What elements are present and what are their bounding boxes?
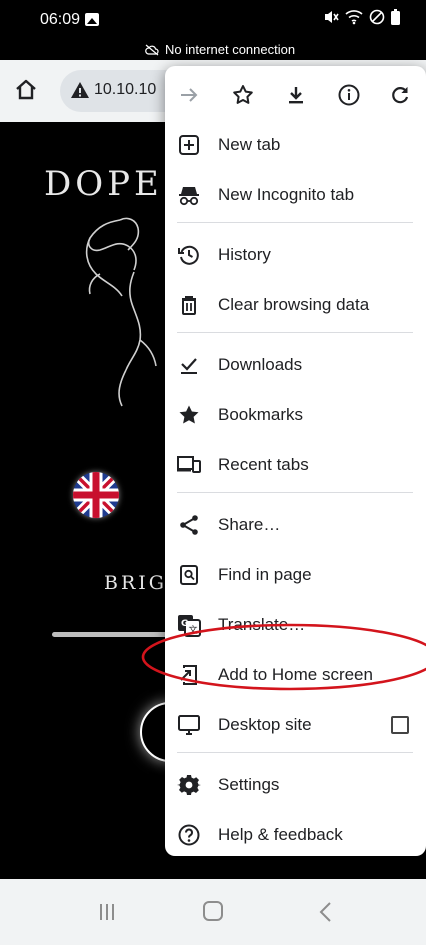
system-nav-bar [0,879,426,945]
menu-item-add-to-home-screen[interactable]: Add to Home screen [165,650,426,700]
svg-text:G: G [181,619,188,629]
add-to-home-icon [177,663,201,687]
menu-item-label: Help & feedback [218,825,343,844]
menu-item-label: Downloads [218,355,303,374]
back-icon[interactable] [318,901,332,923]
share-icon [177,513,201,537]
menu-item-downloads[interactable]: Downloads [165,340,426,390]
menu-item-label: Desktop site [218,715,312,734]
site-slider[interactable] [52,632,172,637]
page-info-button[interactable] [335,81,363,109]
help-icon [177,823,201,847]
menu-divider [177,492,413,493]
menu-item-help-feedback[interactable]: Help & feedback [165,810,426,856]
devices-icon [177,453,201,477]
recent-apps-icon[interactable] [98,903,116,921]
menu-item-new-incognito-tab[interactable]: New Incognito tab [165,170,426,220]
cloud-off-icon [145,44,159,55]
desktop-icon [177,713,201,737]
forward-button[interactable] [175,81,203,109]
info-icon[interactable] [337,83,361,107]
menu-item-label: Clear browsing data [218,295,370,314]
new-tab-icon [177,133,201,157]
battery-icon [391,9,400,25]
menu-item-label: Recent tabs [218,455,309,474]
language-flag-button[interactable] [73,472,119,518]
menu-divider [177,332,413,333]
incognito-icon [177,183,201,207]
menu-item-translate[interactable]: G文 Translate… [165,600,426,650]
refresh-icon[interactable] [389,84,411,106]
not-secure-warning-icon[interactable] [70,80,90,100]
menu-divider [177,222,413,223]
menu-item-desktop-site[interactable]: Desktop site [165,700,426,750]
menu-item-recent-tabs[interactable]: Recent tabs [165,440,426,490]
trash-icon [177,293,201,317]
menu-item-label: Add to Home screen [218,665,373,684]
home-button-icon[interactable] [203,901,223,921]
star-icon [177,403,201,427]
bookmark-star-icon[interactable] [231,83,255,107]
downloads-icon [177,353,201,377]
menu-item-label: Settings [218,775,280,794]
find-icon [177,563,201,587]
menu-item-label: Translate… [218,615,306,634]
translate-icon: G文 [177,613,201,637]
home-icon[interactable] [12,76,40,104]
menu-divider [177,752,413,753]
menu-item-label: New tab [218,135,281,154]
download-icon[interactable] [285,84,307,106]
gallery-notification-icon [85,13,99,26]
svg-text:文: 文 [189,624,198,636]
menu-item-label: New Incognito tab [218,185,355,204]
uk-flag-icon[interactable] [73,472,119,518]
forward-icon[interactable] [178,84,200,106]
do-not-disturb-icon [369,9,385,25]
menu-item-label: Share… [218,515,281,534]
menu-item-find-in-page[interactable]: Find in page [165,550,426,600]
no-internet-text: No internet connection [165,42,296,57]
menu-item-label: History [218,245,271,264]
reload-button[interactable] [386,81,414,109]
download-page-button[interactable] [282,81,310,109]
status-time: 06:09 [40,11,81,28]
no-internet-banner: No internet connection [145,42,295,57]
menu-item-clear-browsing-data[interactable]: Clear browsing data [165,280,426,330]
menu-item-new-tab[interactable]: New tab [165,120,426,170]
site-title: DOPE [44,164,163,204]
status-icons [323,9,400,25]
menu-item-settings[interactable]: Settings [165,760,426,810]
menu-item-label: Bookmarks [218,405,304,424]
site-subtitle: BRIG [104,572,167,594]
menu-item-history[interactable]: History [165,230,426,280]
site-logo-illustration [85,217,157,407]
desktop-site-checkbox[interactable] [391,716,409,734]
gear-icon [177,773,201,797]
menu-action-row [165,66,426,124]
url-text[interactable]: 10.10.10 [94,81,156,99]
menu-item-share[interactable]: Share… [165,500,426,550]
browser-overflow-menu: New tab New Incognito tab History Clear … [165,66,426,856]
mute-icon [325,11,339,23]
bookmark-button[interactable] [229,81,257,109]
status-bar: 06:09 No internet connection [0,0,426,60]
menu-item-label: Find in page [218,565,312,584]
history-icon [177,243,201,267]
wifi-icon [345,10,363,25]
menu-item-bookmarks[interactable]: Bookmarks [165,390,426,440]
